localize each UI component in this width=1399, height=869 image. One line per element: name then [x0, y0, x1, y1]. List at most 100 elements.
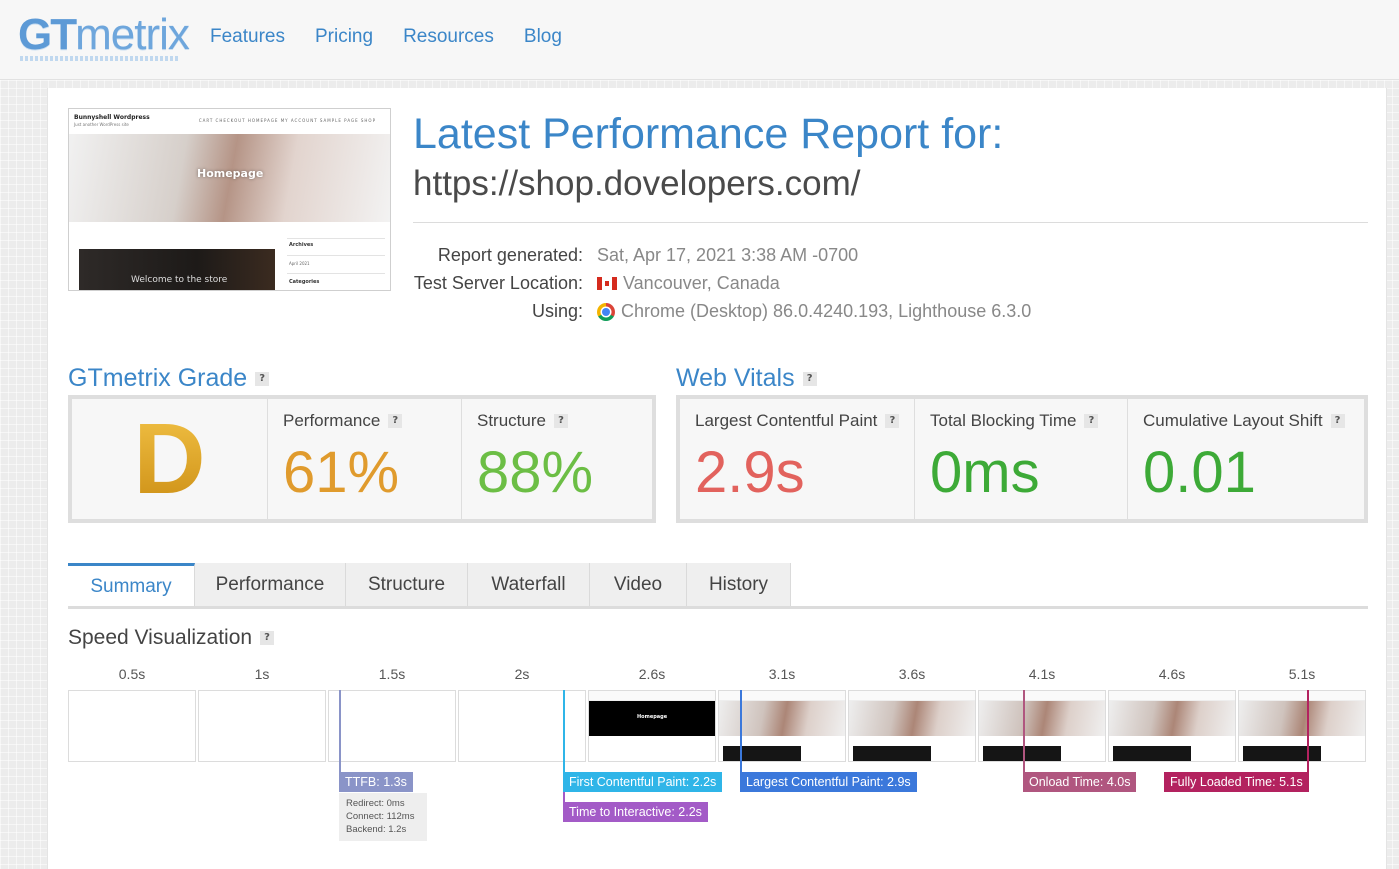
- performance-value: 61%: [283, 440, 400, 505]
- tab-waterfall[interactable]: Waterfall: [468, 563, 590, 607]
- grade-box: D Performance? 61% Structure? 88%: [68, 395, 656, 523]
- page-screenshot-thumbnail: Bunnyshell Wordpress Just another WordPr…: [68, 108, 391, 291]
- top-navigation-bar: GTmetrix Features Pricing Resources Blog: [0, 0, 1399, 80]
- thumb-site-subtitle: Just another WordPress site: [74, 122, 129, 127]
- thumb-divider: [287, 255, 385, 256]
- thumb-sidebar-archives: Archives: [289, 242, 314, 248]
- tti-marker-label: Time to Interactive: 2.2s: [563, 802, 708, 822]
- timeline-tick: 2s: [514, 666, 530, 682]
- lcp-marker-label: Largest Contentful Paint: 2.9s: [740, 772, 917, 792]
- tbt-cell: Total Blocking Time? 0ms: [915, 399, 1128, 519]
- structure-value: 88%: [477, 440, 594, 505]
- speed-visualization-title: Speed Visualization?: [68, 626, 275, 650]
- tab-structure[interactable]: Structure: [346, 563, 468, 607]
- tab-history[interactable]: History: [687, 563, 791, 607]
- help-icon[interactable]: ?: [553, 414, 568, 428]
- cls-label: Cumulative Layout Shift: [1143, 411, 1323, 430]
- ttfb-marker-label: TTFB: 1.3s: [339, 772, 413, 792]
- gtmetrix-logo[interactable]: GTmetrix: [18, 10, 190, 60]
- tbt-label: Total Blocking Time: [930, 411, 1077, 430]
- filmstrip-frame[interactable]: [68, 690, 196, 762]
- meta-value: Chrome (Desktop) 86.0.4240.193, Lighthou…: [597, 301, 1031, 322]
- main-nav: Features Pricing Resources Blog: [210, 26, 562, 48]
- nav-resources[interactable]: Resources: [403, 26, 494, 48]
- tbt-value: 0ms: [930, 440, 1040, 505]
- grade-section-title: GTmetrix Grade?: [68, 364, 270, 393]
- onload-marker-label: Onload Time: 4.0s: [1023, 772, 1137, 792]
- lcp-cell: Largest Contentful Paint? 2.9s: [680, 399, 915, 519]
- tab-performance[interactable]: Performance: [195, 563, 346, 607]
- timeline-tick: 3.6s: [898, 666, 926, 682]
- thumb-site-nav: CART CHECKOUT HOMEPAGE MY ACCOUNT SAMPLE…: [198, 118, 376, 123]
- report-panel: Bunnyshell Wordpress Just another WordPr…: [47, 88, 1387, 869]
- filmstrip-frame[interactable]: [1108, 690, 1236, 762]
- ttfb-backend: Backend: 1.2s: [346, 824, 407, 835]
- nav-blog[interactable]: Blog: [524, 26, 562, 48]
- performance-label: Performance: [283, 411, 381, 430]
- thumb-welcome-text: Welcome to the store: [131, 275, 228, 285]
- ttfb-breakdown: Redirect: 0ms Connect: 112ms Backend: 1.…: [339, 793, 427, 841]
- meta-server-location: Test Server Location: Vancouver, Canada: [413, 273, 1113, 297]
- filmstrip-frame[interactable]: [1238, 690, 1366, 762]
- thumb-divider: [287, 238, 385, 239]
- timeline-tick: 5.1s: [1288, 666, 1316, 682]
- thumb-sidebar-month: April 2021: [289, 261, 310, 266]
- cls-cell: Cumulative Layout Shift? 0.01: [1128, 399, 1364, 519]
- filmstrip-frame[interactable]: Homepage: [588, 690, 716, 762]
- grade-cell: D: [72, 399, 268, 519]
- meta-report-generated: Report generated: Sat, Apr 17, 2021 3:38…: [413, 245, 1113, 269]
- timeline-tick: 3.1s: [768, 666, 796, 682]
- structure-score-cell: Structure? 88%: [462, 399, 652, 519]
- meta-label: Using:: [531, 301, 583, 321]
- tab-video[interactable]: Video: [590, 563, 687, 607]
- meta-value: Sat, Apr 17, 2021 3:38 AM -0700: [597, 245, 859, 265]
- meta-label: Test Server Location:: [413, 273, 583, 293]
- timeline-tick: 1s: [254, 666, 270, 682]
- filmstrip-frame[interactable]: [718, 690, 846, 762]
- help-icon[interactable]: ?: [255, 371, 270, 386]
- nav-features[interactable]: Features: [210, 26, 285, 48]
- tabs-underline: [68, 606, 1368, 609]
- thumb-sidebar-categories: Categories: [289, 279, 320, 285]
- help-icon[interactable]: ?: [1084, 414, 1099, 428]
- thumb-welcome-banner: Welcome to the store: [79, 249, 275, 290]
- web-vitals-section-title: Web Vitals?: [676, 364, 817, 393]
- report-tabs: Summary Performance Structure Waterfall …: [68, 563, 791, 607]
- help-icon[interactable]: ?: [1330, 414, 1345, 428]
- help-icon[interactable]: ?: [388, 414, 403, 428]
- help-icon[interactable]: ?: [260, 631, 275, 645]
- grade-letter: D: [72, 399, 267, 519]
- timeline-tick: 4.6s: [1158, 666, 1186, 682]
- thumb-hero-text: Homepage: [197, 167, 264, 180]
- meta-using: Using: Chrome (Desktop) 86.0.4240.193, L…: [413, 301, 1113, 325]
- ttfb-connect: Connect: 112ms: [346, 811, 415, 822]
- filmstrip-frame[interactable]: [198, 690, 326, 762]
- web-vitals-box: Largest Contentful Paint? 2.9s Total Blo…: [676, 395, 1368, 523]
- timeline-tick: 2.6s: [638, 666, 666, 682]
- help-icon[interactable]: ?: [885, 414, 900, 428]
- timeline-tick: 4.1s: [1028, 666, 1056, 682]
- filmstrip-frame[interactable]: [328, 690, 456, 762]
- chrome-icon: [597, 302, 615, 321]
- report-url: https://shop.dovelopers.com/: [413, 164, 861, 203]
- fcp-marker-label: First Contentful Paint: 2.2s: [563, 772, 723, 792]
- nav-pricing[interactable]: Pricing: [315, 26, 373, 48]
- help-icon[interactable]: ?: [802, 371, 817, 386]
- lcp-label: Largest Contentful Paint: [695, 411, 878, 430]
- structure-label: Structure: [477, 411, 546, 430]
- cls-value: 0.01: [1143, 440, 1256, 505]
- filmstrip-frame[interactable]: [848, 690, 976, 762]
- fully-loaded-marker-label: Fully Loaded Time: 5.1s: [1164, 772, 1309, 792]
- logo-underline: [20, 56, 180, 61]
- thumb-divider: [287, 273, 385, 274]
- thumb-site-title: Bunnyshell Wordpress: [74, 114, 150, 121]
- filmstrip-frame[interactable]: [458, 690, 586, 762]
- divider: [413, 222, 1368, 223]
- filmstrip-frame[interactable]: [978, 690, 1106, 762]
- lcp-value: 2.9s: [695, 440, 805, 505]
- meta-label: Report generated:: [437, 245, 583, 265]
- timeline-tick: 0.5s: [118, 666, 146, 682]
- tab-summary[interactable]: Summary: [68, 563, 195, 607]
- canada-flag-icon: [597, 277, 617, 290]
- performance-score-cell: Performance? 61%: [268, 399, 462, 519]
